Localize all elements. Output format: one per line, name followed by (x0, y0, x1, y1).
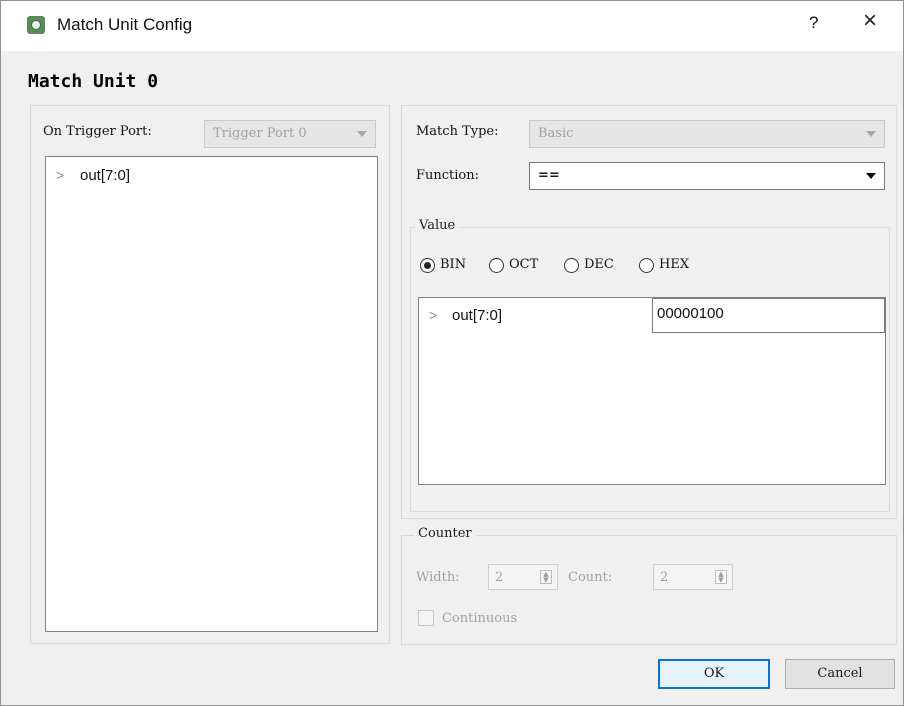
counter-count-label: Count: (568, 570, 613, 585)
close-icon[interactable]: × (863, 9, 877, 33)
radix-oct-label[interactable]: OCT (509, 257, 538, 272)
counter-width-value: 2 (495, 570, 504, 585)
counter-group: Counter Width: 2 ▲ ▼ Count: 2 ▲ ▼ Continuo… (401, 526, 897, 645)
continuous-checkbox[interactable] (418, 610, 434, 626)
value-group: Value BIN OCT DEC HEX > out[7:0] 0000010… (410, 218, 890, 512)
tree-item-label: out[7:0] (80, 167, 131, 184)
match-config-panel: Match Type: Basic Function: == Value BIN… (401, 105, 897, 519)
match-type-label: Match Type: (416, 124, 499, 139)
title-bar[interactable]: Match Unit Config ? × (1, 1, 903, 51)
help-button[interactable]: ? (809, 13, 818, 33)
app-icon (27, 16, 45, 34)
radix-hex-radio[interactable] (639, 258, 654, 273)
chevron-down-icon (866, 173, 876, 179)
match-type-dropdown[interactable]: Basic (529, 120, 885, 148)
match-unit-config-dialog: Match Unit Config ? × Match Unit 0 On Tr… (0, 0, 904, 706)
value-row-label: out[7:0] (452, 307, 503, 324)
chevron-down-icon (866, 131, 876, 137)
counter-width-spinner[interactable]: 2 ▲ ▼ (488, 564, 558, 590)
counter-count-spinner[interactable]: 2 ▲ ▼ (653, 564, 733, 590)
counter-group-legend: Counter (414, 526, 476, 541)
continuous-label: Continuous (442, 611, 518, 626)
function-value: == (538, 168, 560, 183)
spinner-arrows-icon[interactable]: ▲ ▼ (715, 570, 727, 584)
function-dropdown[interactable]: == (529, 162, 885, 190)
trigger-port-dropdown[interactable]: Trigger Port 0 (204, 120, 376, 148)
expand-chevron-icon[interactable]: > (56, 167, 64, 183)
expand-chevron-icon[interactable]: > (429, 307, 437, 323)
ok-button[interactable]: OK (658, 659, 770, 689)
signal-tree[interactable]: > out[7:0] (45, 156, 378, 632)
radix-bin-label[interactable]: BIN (440, 257, 466, 272)
tree-item[interactable]: > out[7:0] (46, 167, 377, 189)
match-value-input[interactable]: 00000100 (652, 298, 885, 333)
value-group-legend: Value (415, 218, 460, 233)
radix-oct-radio[interactable] (489, 258, 504, 273)
radix-dec-radio[interactable] (564, 258, 579, 273)
chevron-down-icon (357, 131, 367, 137)
match-type-value: Basic (538, 126, 574, 141)
counter-count-value: 2 (660, 570, 669, 585)
trigger-port-label: On Trigger Port: (43, 124, 152, 139)
cancel-button[interactable]: Cancel (785, 659, 895, 689)
value-table[interactable]: > out[7:0] 00000100 (418, 297, 886, 485)
match-unit-title: Match Unit 0 (28, 71, 159, 92)
counter-width-label: Width: (416, 570, 460, 585)
radix-hex-label[interactable]: HEX (659, 257, 689, 272)
window-title: Match Unit Config (57, 15, 193, 34)
spinner-arrows-icon[interactable]: ▲ ▼ (540, 570, 552, 584)
function-label: Function: (416, 168, 480, 183)
radix-dec-label[interactable]: DEC (584, 257, 614, 272)
radix-bin-radio[interactable] (420, 258, 435, 273)
trigger-port-panel: On Trigger Port: Trigger Port 0 > out[7:… (30, 105, 390, 644)
trigger-port-value: Trigger Port 0 (213, 126, 307, 141)
